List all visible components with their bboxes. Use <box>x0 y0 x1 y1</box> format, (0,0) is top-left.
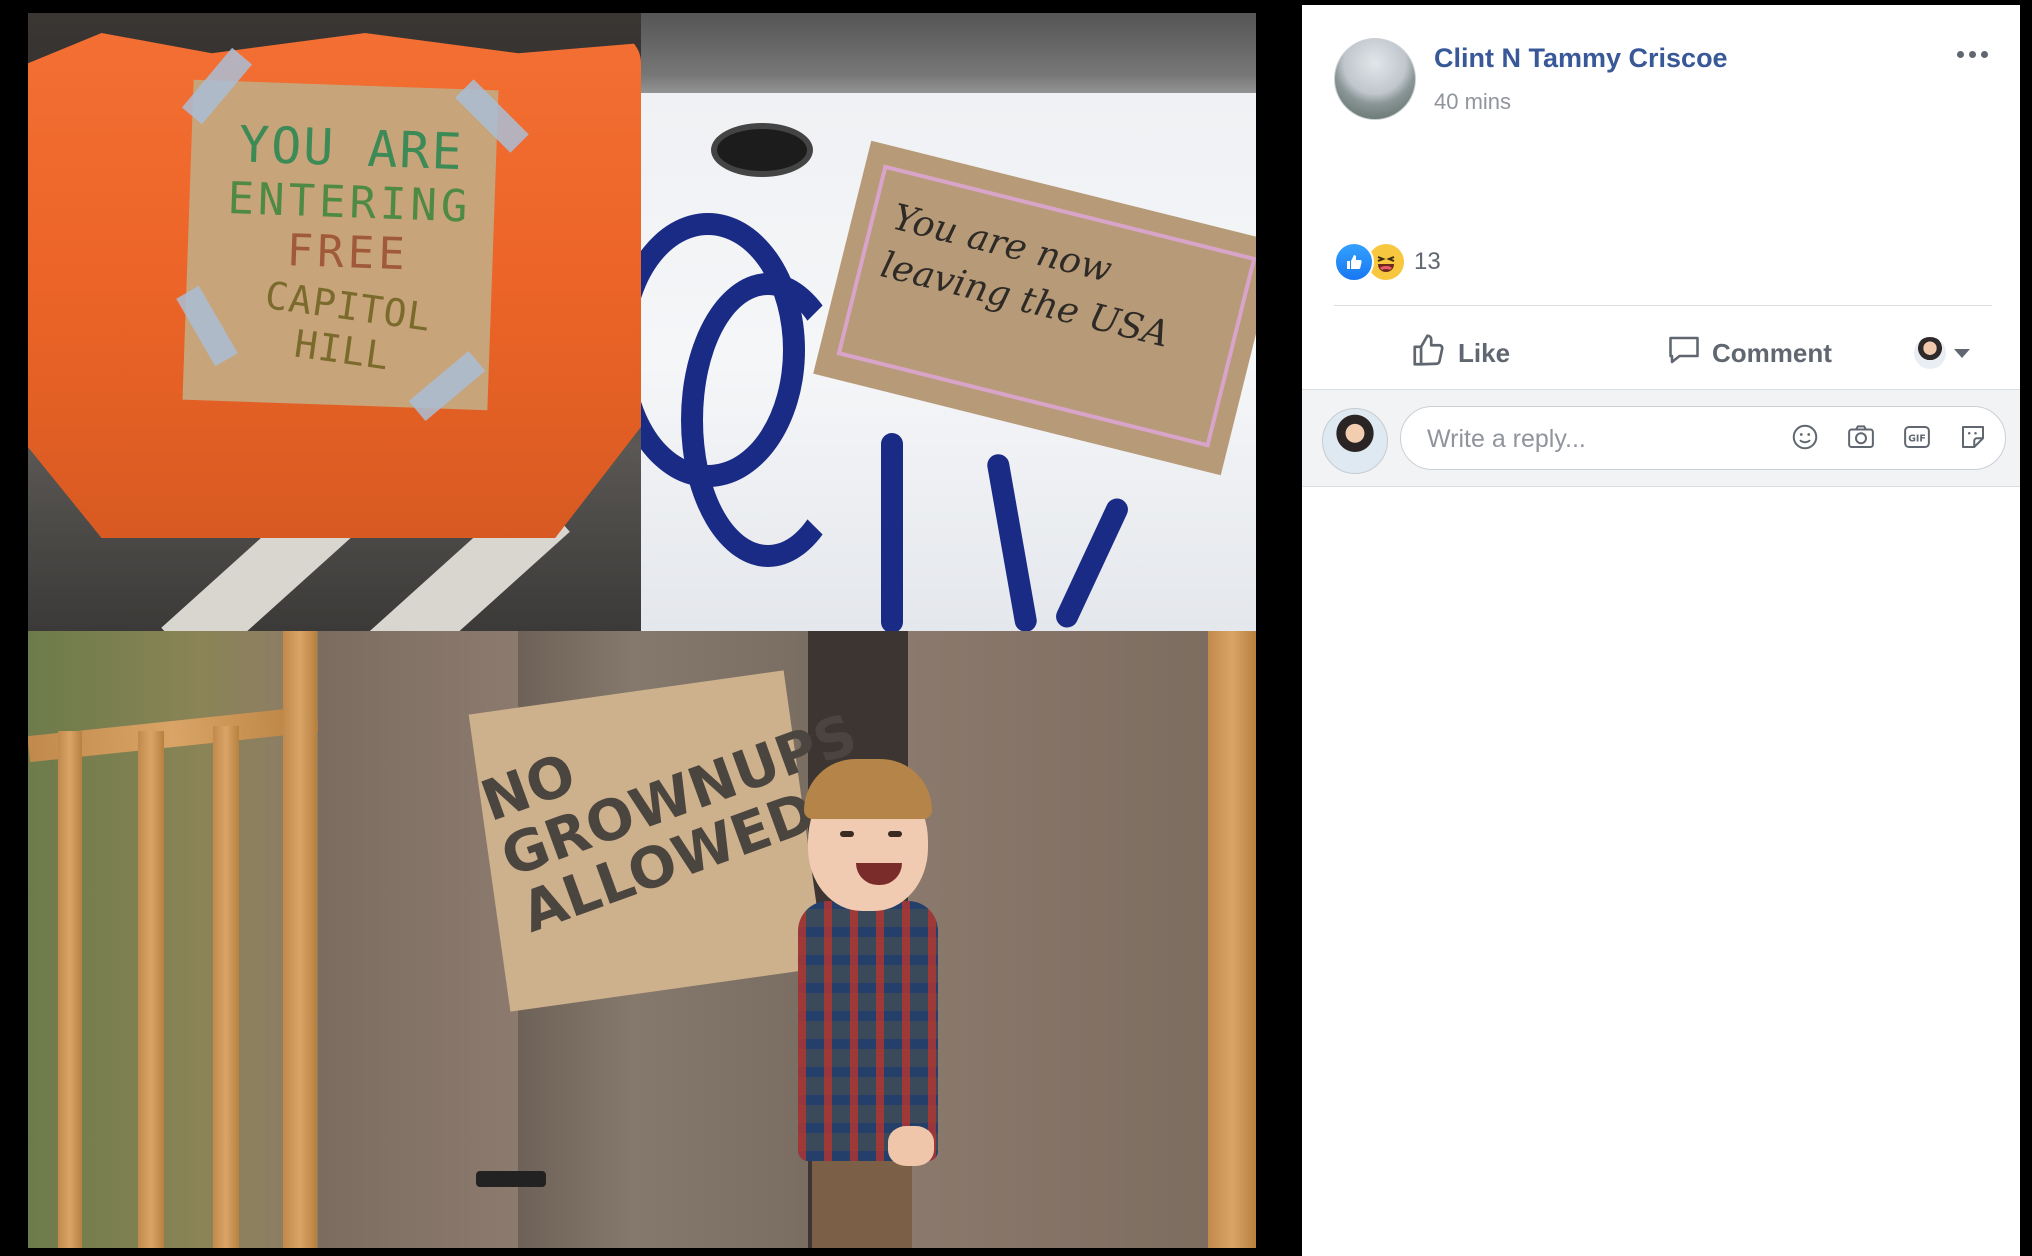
cardboard-sign: NO GROWNUPS ALLOWED! <box>468 670 865 1012</box>
gif-icon[interactable]: GIF <box>1901 421 1933 453</box>
author-avatar[interactable] <box>1334 38 1416 120</box>
barrier-fill-hole <box>711 123 813 177</box>
sign-line: YOU ARE <box>238 115 465 182</box>
more-options-button[interactable] <box>1950 39 1994 69</box>
reply-input-container[interactable]: GIF <box>1400 406 2006 470</box>
reaction-count: 13 <box>1414 248 1441 275</box>
like-reaction-icon <box>1334 242 1374 282</box>
reply-composer: GIF <box>1302 389 2020 487</box>
reaction-summary[interactable]: 13 <box>1334 242 1441 282</box>
more-horizontal-icon <box>1956 50 1964 58</box>
sticker-icon[interactable] <box>1957 421 1989 453</box>
reply-as-selector[interactable] <box>1914 325 1970 381</box>
author-name[interactable]: Clint N Tammy Criscoe <box>1434 43 1728 74</box>
sign-line: ENTERING <box>226 172 473 233</box>
wood-plank <box>138 731 164 1248</box>
current-user-mini-avatar <box>1914 337 1946 369</box>
post-photo[interactable]: YOU ARE ENTERING FREE CAPITOL HILL You a… <box>28 13 1256 1248</box>
treehouse-wall <box>908 631 1208 1248</box>
child-shirt <box>798 901 938 1161</box>
comment-bubble-icon <box>1666 332 1702 375</box>
caret-down-icon <box>1954 348 1970 358</box>
door-latch <box>476 1171 546 1187</box>
post-timestamp[interactable]: 40 mins <box>1434 89 1511 115</box>
emoji-icon[interactable] <box>1789 421 1821 453</box>
wood-plank <box>58 731 82 1248</box>
photo-panel-white-barrier: You are now leaving the USA <box>641 13 1256 631</box>
post-panel: Clint N Tammy Criscoe 40 mins 13 Like Co… <box>1302 5 2020 1256</box>
wood-plank <box>213 726 239 1248</box>
reply-input[interactable] <box>1425 419 1749 459</box>
child-eye <box>840 831 854 837</box>
photo-panel-orange-barrier: YOU ARE ENTERING FREE CAPITOL HILL <box>28 13 641 631</box>
camera-icon[interactable] <box>1845 421 1877 453</box>
child-eye <box>888 831 902 837</box>
wood-plank <box>1208 631 1256 1248</box>
child-hand <box>888 1126 934 1166</box>
photo-panel-treehouse: NO GROWNUPS ALLOWED! <box>28 631 1256 1248</box>
wood-plank <box>283 631 317 1248</box>
photo-viewer: YOU ARE ENTERING FREE CAPITOL HILL You a… <box>0 0 1302 1256</box>
like-button[interactable]: Like <box>1410 325 1510 381</box>
child-legs <box>812 1161 912 1248</box>
comment-button[interactable]: Comment <box>1666 325 1832 381</box>
like-label: Like <box>1458 337 1511 368</box>
divider <box>1334 305 1992 306</box>
thumbs-up-icon <box>1410 331 1448 376</box>
current-user-avatar[interactable] <box>1322 408 1388 474</box>
cardboard-sign: YOU ARE ENTERING FREE CAPITOL HILL <box>182 79 499 411</box>
graffiti-mark <box>881 433 903 631</box>
comment-label: Comment <box>1712 337 1832 368</box>
svg-text:GIF: GIF <box>1908 433 1926 444</box>
